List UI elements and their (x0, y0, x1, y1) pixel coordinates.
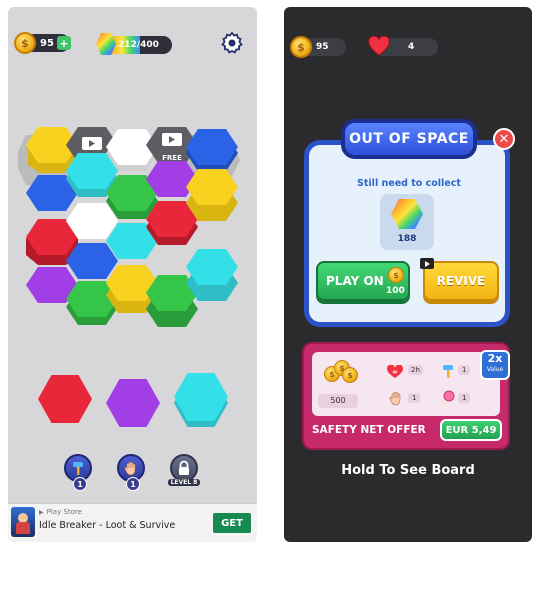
play-on-label: PLAY ON (326, 274, 384, 288)
coin-count: 95 (316, 42, 329, 52)
offer-contents: $ $ $ 500 ∞ 2h 1 1 1 (312, 352, 500, 416)
infinite-hearts-icon: ∞ (386, 364, 404, 378)
hex-stack[interactable] (186, 169, 238, 221)
play-on-button[interactable]: PLAY ON $ 100 (316, 261, 410, 301)
coin-icon: $ (290, 36, 312, 58)
revive-button[interactable]: REVIVE (423, 261, 499, 301)
rainbow-hex-icon (391, 199, 423, 229)
progress-text: 212/400 (118, 40, 159, 50)
close-button[interactable]: ✕ (493, 128, 515, 150)
ad-app-icon (11, 507, 35, 537)
coin-icon: $ (388, 267, 404, 283)
video-ad-icon (420, 258, 434, 269)
hand-icon (388, 390, 404, 406)
offer-hammer-count: 1 (458, 365, 471, 375)
settings-gear-icon[interactable] (220, 31, 244, 55)
hex-board[interactable]: FREE (14, 115, 250, 355)
offer-lollipop-count: 1 (458, 393, 471, 403)
revive-label: REVIVE (436, 274, 486, 288)
add-coins-button[interactable]: + (57, 36, 71, 50)
heart-icon (368, 36, 390, 56)
hold-to-see-board[interactable]: Hold To See Board (284, 463, 532, 478)
play-store-icon: ▶ (39, 508, 44, 516)
ad-get-button[interactable]: GET (213, 513, 251, 533)
hex-stack[interactable] (186, 249, 238, 301)
svg-text:∞: ∞ (392, 368, 398, 376)
hex-stack[interactable] (186, 129, 238, 171)
ad-store-label: ▶ Play Store (39, 508, 82, 516)
locked-booster-label: LEVEL 8 (168, 479, 200, 486)
collect-goal-card: 188 (380, 194, 434, 250)
out-of-space-screen: $ 95 4 OUT OF SPACE ✕ Still need to coll… (284, 7, 532, 542)
hand-count-badge: 1 (126, 477, 140, 491)
offer-coins: 500 (318, 394, 358, 408)
offer-price-button[interactable]: EUR 5,49 (440, 419, 502, 441)
lock-icon (179, 460, 189, 475)
lives-count: 4 (408, 42, 415, 52)
dialog-subtitle: Still need to collect (357, 178, 461, 189)
hammer-icon (440, 363, 456, 379)
lollipop-icon (440, 390, 456, 406)
safety-net-offer[interactable]: $ $ $ 500 ∞ 2h 1 1 1 2x Value SAFETY NET… (302, 342, 510, 450)
dialog-title: OUT OF SPACE (341, 119, 477, 159)
ad-banner[interactable]: ▶ Play Store Idle Breaker - Loot & Survi… (8, 503, 257, 542)
tray-hex-red[interactable] (38, 375, 92, 423)
play-on-cost: 100 (386, 286, 405, 296)
offer-time: 2h (408, 365, 423, 375)
locked-booster-button[interactable] (170, 454, 198, 482)
hand-icon (124, 461, 136, 476)
hammer-count-badge: 1 (73, 477, 87, 491)
value-badge-label: Value (486, 366, 504, 373)
lives-counter: 4 (368, 36, 438, 56)
coin-count: 95 (40, 37, 54, 49)
hammer-icon (73, 462, 83, 475)
ad-title: Idle Breaker - Loot & Survive (39, 520, 176, 531)
value-badge: 2x Value (480, 350, 510, 380)
coin-icon: $ (14, 32, 36, 54)
coin-pile-icon: $ $ $ (324, 358, 358, 384)
tray-hex-purple[interactable] (106, 379, 160, 427)
value-badge-multiplier: 2x (487, 352, 503, 365)
coin-counter: $ 95 (290, 36, 346, 58)
game-board-screen: $ 95 + 212/400 FREE 1 1 LEVEL 8 ▶ Play S… (8, 7, 257, 542)
offer-hand-count: 1 (408, 393, 421, 403)
offer-label: SAFETY NET OFFER (312, 424, 426, 436)
collect-count: 188 (397, 234, 417, 244)
free-tile-label: FREE (162, 154, 182, 162)
